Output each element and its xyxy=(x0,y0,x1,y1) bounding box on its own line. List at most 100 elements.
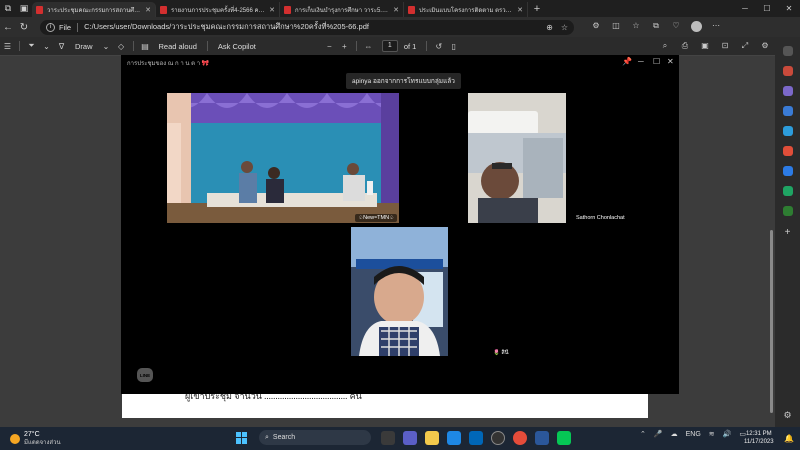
sidebar-settings-icon[interactable]: ⚙ xyxy=(783,410,791,421)
ask-copilot-button[interactable]: Ask Copilot xyxy=(212,42,262,51)
favorite-star-icon[interactable]: ☆ xyxy=(561,23,568,32)
chrome-icon[interactable] xyxy=(513,430,527,445)
language-indicator[interactable]: ENG xyxy=(686,431,701,438)
browser-tools: ⚙ ◫ ☆ ⧉ ♡ ⋯ xyxy=(586,20,726,34)
chevron-up-icon[interactable]: ⌃ xyxy=(640,430,646,438)
file-explorer-icon[interactable] xyxy=(425,430,439,445)
participant-camera-feed xyxy=(468,93,566,223)
maximize-icon[interactable]: ☐ xyxy=(653,57,660,66)
participant-video-3[interactable] xyxy=(351,227,448,356)
teams-icon[interactable] xyxy=(403,430,417,445)
close-tab-icon[interactable]: ✕ xyxy=(145,6,151,14)
maximize-icon[interactable]: ☐ xyxy=(756,4,778,13)
taskbar-search[interactable]: ⌕ Search xyxy=(259,430,371,445)
wifi-icon[interactable]: ≋ xyxy=(709,430,715,438)
tools-icon[interactable] xyxy=(782,86,793,96)
fullscreen-icon[interactable]: ⤢ xyxy=(735,41,755,51)
split-screen-icon[interactable]: ◫ xyxy=(606,21,626,34)
zoom-out-icon[interactable]: − xyxy=(322,42,337,51)
chevron-down-icon[interactable]: ⌄ xyxy=(39,42,54,51)
highlight-icon[interactable]: ⏷ xyxy=(24,41,39,51)
save-as-icon[interactable]: ⊡ xyxy=(715,41,735,51)
toolbar-divider xyxy=(19,41,20,51)
settings-icon[interactable]: ⚙ xyxy=(755,41,775,51)
edge-icon[interactable] xyxy=(447,430,461,445)
task-view-icon[interactable] xyxy=(381,430,395,445)
mic-icon[interactable]: 🎤 xyxy=(654,430,663,438)
tab-1[interactable]: วาระประชุมคณะกรรมการสถานศึกษา ปี... ✕ xyxy=(32,2,156,17)
volume-icon[interactable]: 🔊 xyxy=(723,430,732,438)
tab-2[interactable]: รายงานการประชุมครั้งที่4-2566 คณะ... ✕ xyxy=(156,2,280,17)
zoom-in-icon[interactable]: + xyxy=(337,42,352,51)
refresh-icon[interactable]: ↻ xyxy=(16,22,32,33)
collections-icon[interactable]: ⧉ xyxy=(646,21,666,34)
url-text[interactable]: C:/Users/user/Downloads/วาระประชุมคณะกรร… xyxy=(84,21,538,33)
weather-condition: มีแดดจางส่วน xyxy=(24,439,61,446)
copilot-icon[interactable] xyxy=(782,106,793,116)
games-icon[interactable] xyxy=(782,206,793,216)
drive-icon[interactable] xyxy=(782,186,793,196)
pin-icon[interactable]: 📌 xyxy=(622,57,632,66)
outlook-icon[interactable] xyxy=(782,126,793,136)
close-window-icon[interactable]: ✕ xyxy=(778,4,800,13)
erase-icon[interactable]: ◇ xyxy=(114,42,129,51)
profile-avatar[interactable] xyxy=(686,20,706,34)
search-sidebar-icon[interactable] xyxy=(782,46,793,56)
minimize-icon[interactable]: ─ xyxy=(638,57,644,66)
minimize-icon[interactable]: ─ xyxy=(734,4,756,13)
weather-widget[interactable]: 27°C มีแดดจางส่วน xyxy=(10,431,61,447)
new-tab-button[interactable]: + xyxy=(528,3,546,15)
find-icon[interactable]: ⌕ xyxy=(655,41,675,51)
meeting-room-video xyxy=(167,93,399,223)
info-icon[interactable]: i xyxy=(46,22,55,32)
contents-icon[interactable]: ☰ xyxy=(0,42,15,51)
print-icon[interactable]: ⎙ xyxy=(675,41,695,51)
add-sidebar-app-icon[interactable]: + xyxy=(785,227,791,238)
fit-page-icon[interactable]: ⇔ xyxy=(361,42,376,51)
word-icon[interactable] xyxy=(535,430,549,445)
participant-video-2[interactable] xyxy=(468,93,566,223)
tab-actions-icon[interactable]: ▣ xyxy=(16,0,32,17)
participant-video-1[interactable]: ♤New≈TMN♤ xyxy=(167,93,399,223)
page-view-icon[interactable]: ▯ xyxy=(446,42,461,51)
toolbar-divider xyxy=(426,41,428,51)
browser-essentials-icon[interactable]: ♡ xyxy=(666,21,686,34)
read-aloud-button[interactable]: Read aloud xyxy=(153,42,203,51)
close-tab-icon[interactable]: ✕ xyxy=(517,6,523,14)
more-options-icon[interactable]: ⋯ xyxy=(706,21,726,34)
tab-4[interactable]: ประเมินแบบโครงการติดตาม ตรวจสอบ 2... ✕ xyxy=(404,2,528,17)
office-icon[interactable] xyxy=(782,146,793,156)
favorites-icon[interactable]: ☆ xyxy=(626,21,646,34)
page-number-input[interactable]: 1 xyxy=(381,40,398,52)
close-tab-icon[interactable]: ✕ xyxy=(393,6,399,14)
system-tray: ⌃ 🎤 ☁ ENG ≋ 🔊 ▭ xyxy=(636,430,750,439)
pdf-toolbar-right: ⌕ ⎙ ▣ ⊡ ⤢ ⚙ xyxy=(655,41,775,51)
extensions-icon[interactable]: ⚙ xyxy=(586,21,606,34)
start-button[interactable] xyxy=(236,431,248,444)
add-text-icon[interactable]: ▤ xyxy=(138,42,153,51)
back-icon[interactable]: ← xyxy=(0,22,16,33)
draw-button[interactable]: Draw xyxy=(69,42,99,51)
weather-temperature: 27°C xyxy=(24,430,40,438)
close-call-icon[interactable]: ✕ xyxy=(667,57,674,66)
messenger-icon[interactable] xyxy=(782,166,793,176)
tab-3[interactable]: การเก็บเงินบำรุงการศึกษา วาระ5.2.pdf ✕ xyxy=(280,2,404,17)
workspaces-icon[interactable]: ⧉ xyxy=(0,0,16,17)
store-icon[interactable] xyxy=(469,430,483,445)
draw-icon[interactable]: ∇ xyxy=(54,42,69,51)
cloud-icon[interactable]: ☁ xyxy=(671,430,678,438)
shopping-icon[interactable] xyxy=(782,66,793,76)
dell-icon[interactable] xyxy=(491,430,505,445)
taskbar-clock[interactable]: 12:31 PM 11/17/2023 xyxy=(744,430,774,446)
save-icon[interactable]: ▣ xyxy=(695,41,715,51)
address-bar[interactable]: i File C:/Users/user/Downloads/วาระประชุ… xyxy=(40,19,574,35)
vertical-scrollbar[interactable] xyxy=(770,230,773,413)
chevron-down-icon[interactable]: ⌄ xyxy=(99,42,114,51)
zoom-icon[interactable]: ⊕ xyxy=(546,23,553,32)
close-tab-icon[interactable]: ✕ xyxy=(269,6,275,14)
line-taskbar-icon[interactable] xyxy=(557,430,571,445)
rotate-icon[interactable]: ↺ xyxy=(431,42,446,51)
tab-title: วาระประชุมคณะกรรมการสถานศึกษา ปี... xyxy=(47,7,143,14)
tab-title: ประเมินแบบโครงการติดตาม ตรวจสอบ 2... xyxy=(419,7,514,14)
notification-bell-icon[interactable]: 🔔 xyxy=(784,434,794,443)
